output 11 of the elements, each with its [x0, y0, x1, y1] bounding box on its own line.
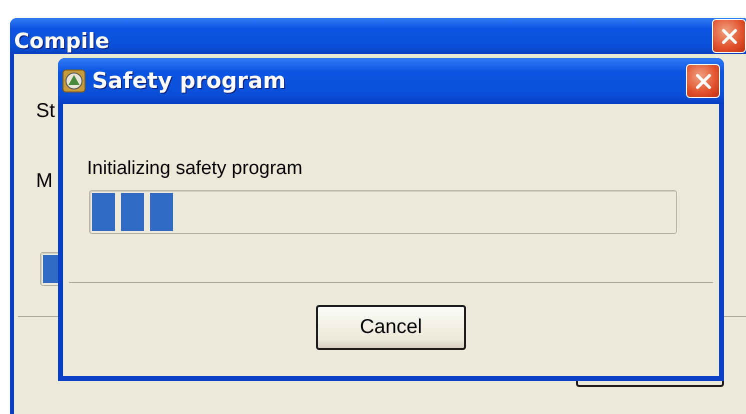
- field-label: St: [36, 100, 55, 124]
- window-title: Compile: [14, 29, 110, 53]
- safety-app-icon: [62, 69, 86, 93]
- close-button[interactable]: [712, 19, 746, 53]
- field-label: M: [36, 170, 53, 194]
- window-title: Safety program: [92, 68, 287, 94]
- status-message: Initializing safety program: [87, 158, 302, 180]
- cancel-button[interactable]: Cancel: [316, 305, 466, 350]
- close-button[interactable]: [686, 64, 720, 98]
- close-icon: [694, 72, 712, 90]
- close-icon: [720, 28, 738, 44]
